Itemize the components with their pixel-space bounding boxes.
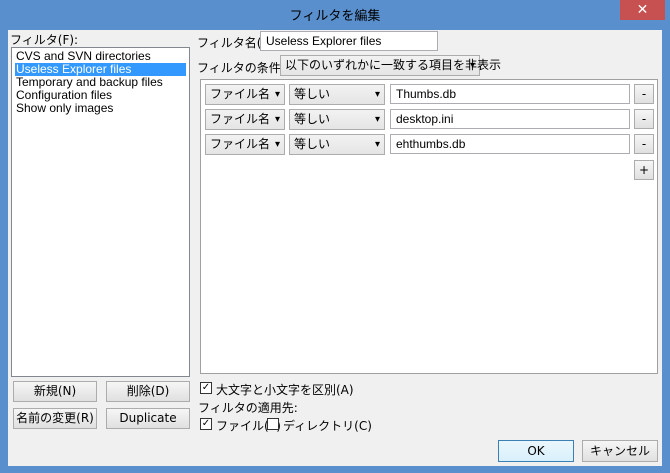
apply-files-checkbox[interactable]: ✓ [200, 418, 212, 430]
rule-value-input[interactable]: desktop.ini [390, 109, 630, 129]
filter-condition-value: 以下のいずれかに一致する項目を非表示 [285, 58, 502, 72]
rules-panel: ファイル名 ▾ 等しい ▾ Thumbs.db - ファイル名 ▾ 等しい ▾ desk… [200, 79, 658, 374]
apply-to-label: フィルタの適用先: [198, 401, 298, 415]
close-icon: ✕ [636, 2, 649, 18]
rule-field-value: ファイル名 [210, 87, 271, 101]
new-filter-button[interactable]: 新規(N) [13, 381, 97, 402]
apply-dirs-label: ディレクトリ(C) [283, 419, 372, 433]
case-sensitive-label: 大文字と小文字を区別(A) [216, 383, 354, 397]
chevron-down-icon: ▾ [469, 60, 475, 71]
chevron-down-icon: ▾ [374, 89, 380, 100]
duplicate-filter-button[interactable]: Duplicate [106, 408, 190, 429]
filters-label: フィルタ(F): [10, 33, 79, 47]
chevron-down-icon: ▾ [374, 114, 380, 125]
rule-value-input[interactable]: ehthumbs.db [390, 134, 630, 154]
rule-field-select[interactable]: ファイル名 ▾ [205, 84, 285, 105]
rule-value-input[interactable]: Thumbs.db [390, 84, 630, 104]
rule-operator-select[interactable]: 等しい ▾ [289, 84, 385, 105]
checkmark-icon: ✓ [201, 418, 211, 429]
delete-filter-button[interactable]: 削除(D) [106, 381, 190, 402]
title-bar: フィルタを編集 ✕ [0, 0, 670, 26]
chevron-down-icon: ▾ [274, 139, 280, 150]
remove-rule-button[interactable]: - [634, 109, 654, 129]
chevron-down-icon: ▾ [274, 89, 280, 100]
filters-list[interactable]: CVS and SVN directories Useless Explorer… [11, 47, 190, 377]
case-sensitive-checkbox[interactable]: ✓ [200, 382, 212, 394]
window-title: フィルタを編集 [289, 9, 381, 24]
rule-operator-value: 等しい [294, 87, 331, 101]
list-item[interactable]: Show only images [15, 102, 186, 115]
filter-name-input[interactable]: Useless Explorer files [260, 31, 438, 51]
dialog-client: フィルタ(F): CVS and SVN directories Useless… [8, 30, 662, 466]
rule-operator-select[interactable]: 等しい ▾ [289, 109, 385, 130]
rule-operator-select[interactable]: 等しい ▾ [289, 134, 385, 155]
rename-filter-button[interactable]: 名前の変更(R) [13, 408, 97, 429]
close-button[interactable]: ✕ [620, 0, 665, 20]
rule-field-select[interactable]: ファイル名 ▾ [205, 134, 285, 155]
chevron-down-icon: ▾ [374, 139, 380, 150]
rule-operator-value: 等しい [294, 137, 331, 151]
rule-operator-value: 等しい [294, 112, 331, 126]
ok-button[interactable]: OK [498, 440, 574, 462]
remove-rule-button[interactable]: - [634, 134, 654, 154]
cancel-button[interactable]: キャンセル [582, 440, 658, 462]
chevron-down-icon: ▾ [274, 114, 280, 125]
rule-field-value: ファイル名 [210, 112, 271, 126]
checkmark-icon: ✓ [201, 382, 211, 393]
filter-condition-select[interactable]: 以下のいずれかに一致する項目を非表示 ▾ [280, 55, 501, 76]
remove-rule-button[interactable]: - [634, 84, 654, 104]
rule-field-value: ファイル名 [210, 137, 271, 151]
dialog-window: フィルタを編集 ✕ フィルタ(F): CVS and SVN directori… [0, 0, 670, 473]
add-rule-button[interactable]: + [634, 160, 654, 180]
apply-dirs-checkbox[interactable] [267, 418, 279, 430]
rule-field-select[interactable]: ファイル名 ▾ [205, 109, 285, 130]
